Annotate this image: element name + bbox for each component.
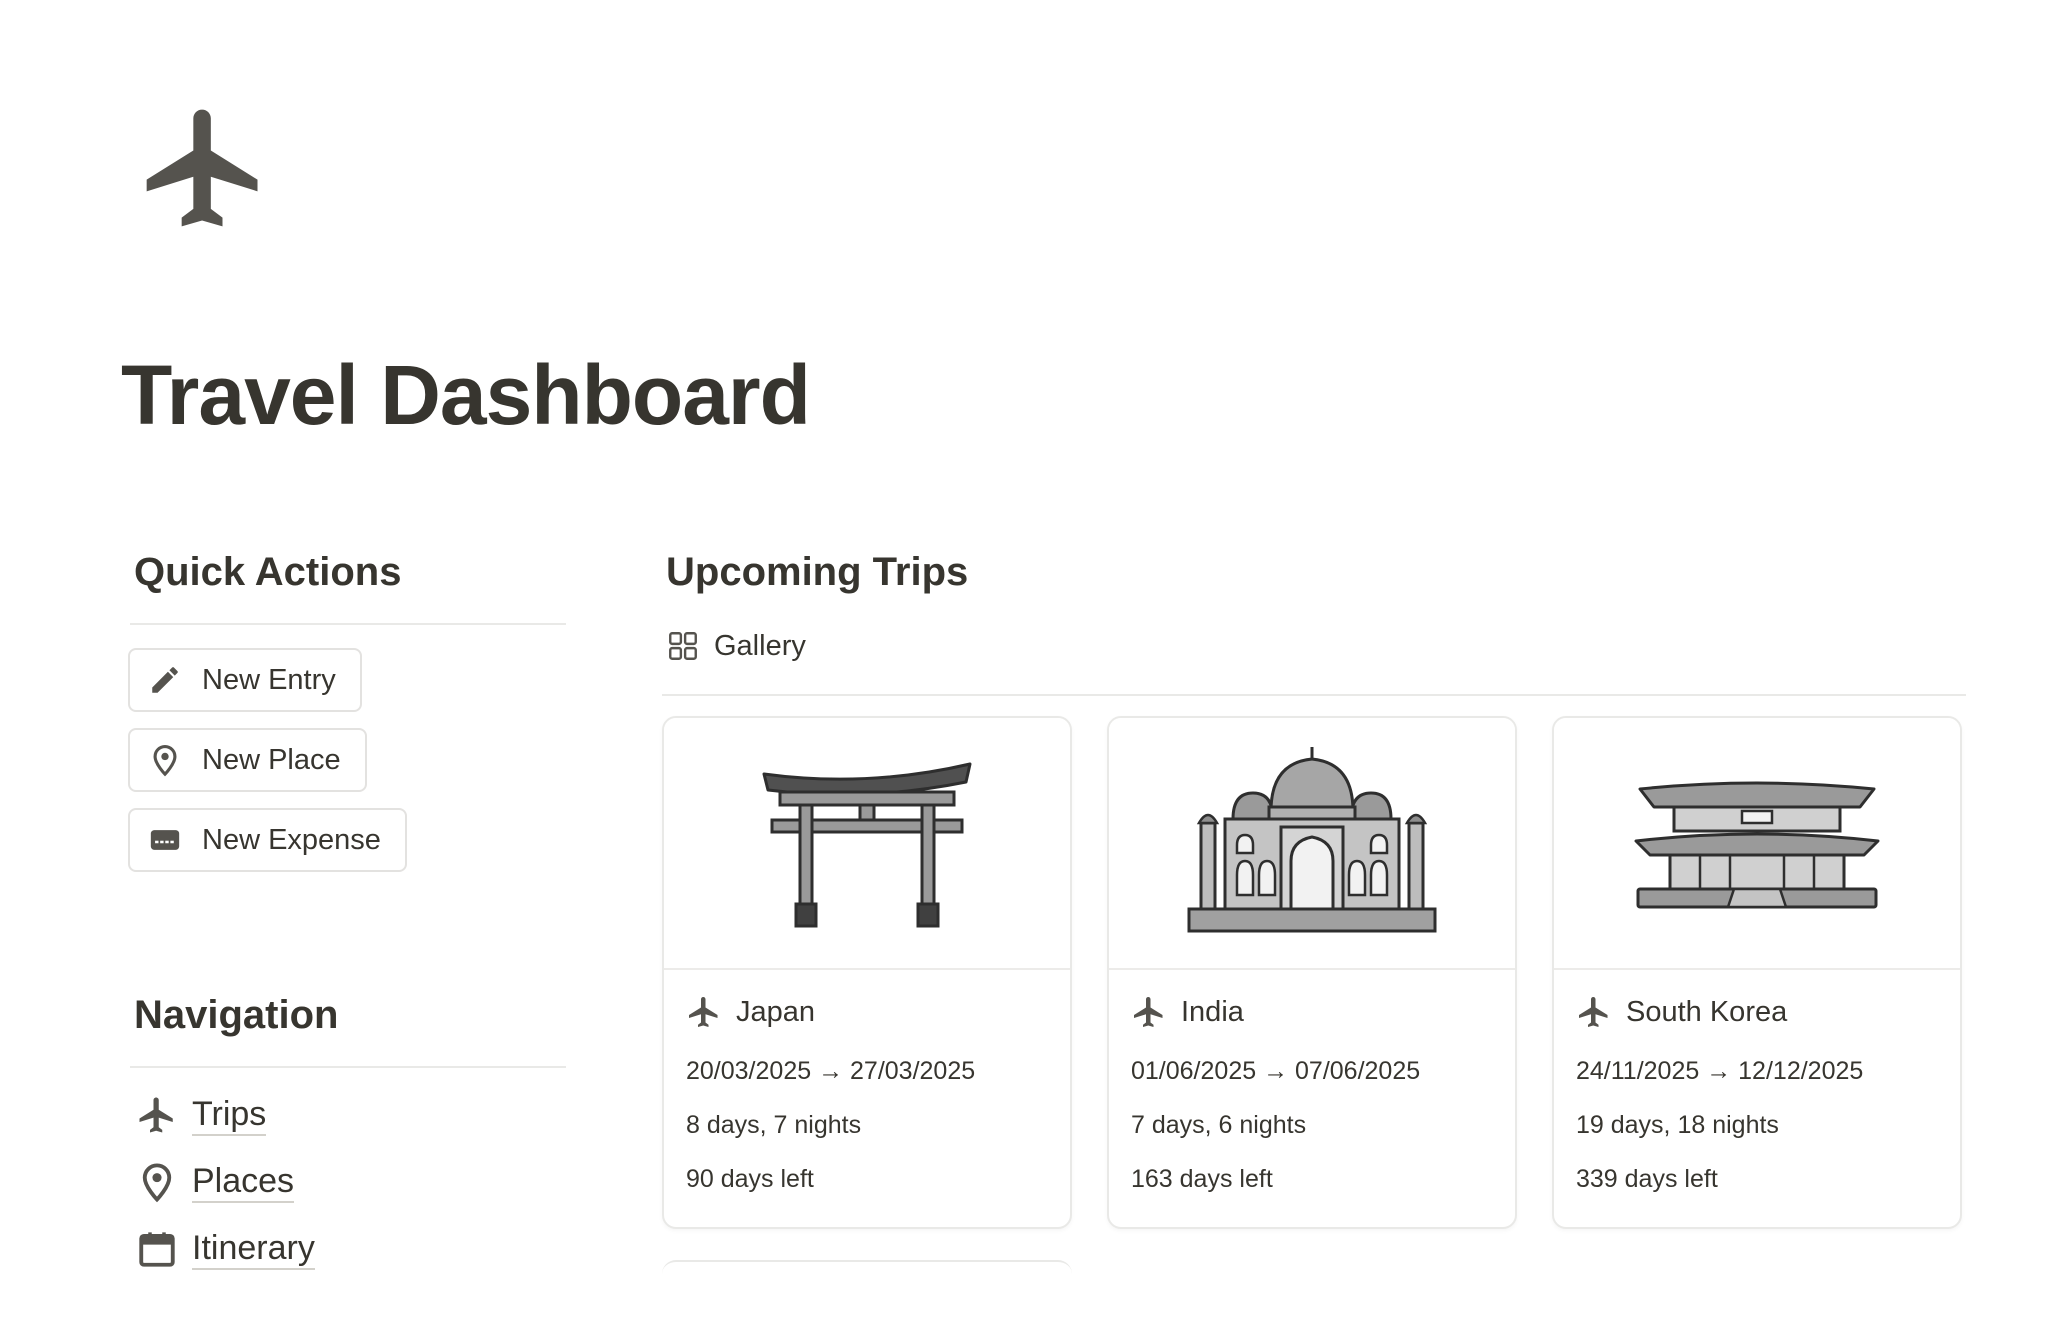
card-dates: 20/03/2025 → 27/03/2025	[686, 1057, 976, 1085]
navigation-heading: Navigation	[134, 993, 339, 1037]
card-dates: 24/11/2025 → 12/12/2025	[1576, 1057, 1864, 1085]
card-duration: 8 days, 7 nights	[686, 1111, 862, 1139]
credit-card-icon	[148, 823, 182, 857]
navigation-divider	[130, 1066, 566, 1068]
card-cover	[664, 718, 1070, 970]
page-airplane-icon[interactable]	[134, 98, 276, 238]
card-country: South Korea	[1626, 995, 1788, 1028]
trip-card-partial[interactable]	[662, 1260, 1072, 1320]
upcoming-trips-heading: Upcoming Trips	[666, 550, 969, 594]
gallery-view-tab[interactable]: Gallery	[666, 624, 806, 668]
nav-item-label[interactable]: Places	[192, 1161, 295, 1203]
new-entry-button[interactable]: New Entry	[128, 648, 362, 712]
nav-item-label[interactable]: Trips	[192, 1094, 267, 1136]
airplane-icon	[136, 1094, 178, 1136]
page-title: Travel Dashboard	[121, 348, 811, 442]
card-duration: 7 days, 6 nights	[1131, 1111, 1307, 1139]
card-countdown: 90 days left	[686, 1165, 814, 1193]
gallery-grid-icon	[669, 632, 697, 660]
new-place-label: New Place	[202, 743, 341, 776]
card-title: Japan	[686, 992, 1048, 1032]
card-duration: 19 days, 18 nights	[1576, 1111, 1779, 1139]
card-countdown: 339 days left	[1576, 1165, 1718, 1193]
card-country: Japan	[736, 995, 816, 1028]
card-countdown: 163 days left	[1131, 1165, 1273, 1193]
card-title: South Korea	[1576, 992, 1938, 1032]
card-cover	[1554, 718, 1960, 970]
new-entry-label: New Entry	[202, 663, 336, 696]
nav-item-trips[interactable]: Trips	[136, 1089, 267, 1141]
map-pin-icon	[148, 743, 182, 777]
new-place-button[interactable]: New Place	[128, 728, 367, 792]
airplane-icon	[689, 997, 718, 1027]
map-pin-icon	[136, 1161, 178, 1203]
card-cover	[1109, 718, 1515, 970]
card-title: India	[1131, 992, 1493, 1032]
gallery-divider	[662, 694, 1966, 696]
card-dates: 01/06/2025 → 07/06/2025	[1131, 1057, 1421, 1085]
new-expense-label: New Expense	[202, 823, 381, 856]
nav-item-places[interactable]: Places	[136, 1156, 295, 1208]
gallery-view-label: Gallery	[714, 629, 806, 662]
calendar-icon	[136, 1228, 178, 1270]
pencil-icon	[148, 663, 182, 697]
trip-card-south-korea[interactable]: South Korea 24/11/2025 → 12/12/2025 19 d…	[1552, 716, 1962, 1229]
nav-item-label[interactable]: Itinerary	[192, 1228, 315, 1270]
korean-palace-illustration	[1634, 781, 1880, 909]
taj-mahal-illustration	[1187, 747, 1437, 933]
quick-actions-divider	[130, 623, 566, 625]
trip-card-japan[interactable]: Japan 20/03/2025 → 27/03/2025 8 days, 7 …	[662, 716, 1072, 1229]
trip-card-india[interactable]: India 01/06/2025 → 07/06/2025 7 days, 6 …	[1107, 716, 1517, 1229]
airplane-icon	[1134, 997, 1163, 1027]
card-country: India	[1181, 995, 1244, 1028]
quick-actions-heading: Quick Actions	[134, 550, 402, 594]
new-expense-button[interactable]: New Expense	[128, 808, 407, 872]
airplane-icon	[1579, 997, 1608, 1027]
torii-gate-illustration	[762, 762, 972, 928]
nav-item-itinerary[interactable]: Itinerary	[136, 1223, 315, 1275]
